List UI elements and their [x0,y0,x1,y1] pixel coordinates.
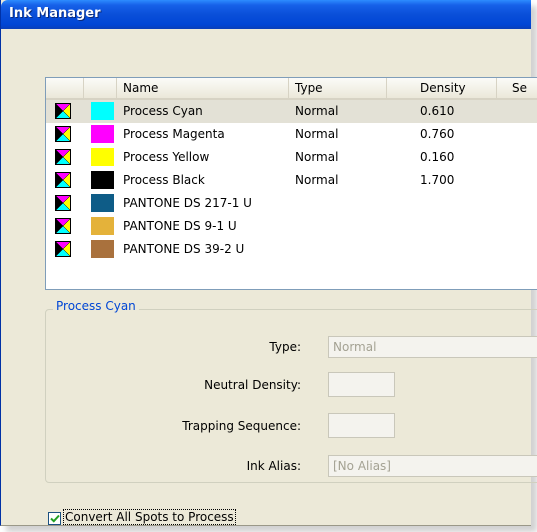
trapping-sequence-field[interactable] [328,413,395,438]
ink-color-swatch [91,240,114,258]
ink-type: Normal [295,104,339,118]
ink-type: Normal [295,173,339,187]
ink-type: Normal [295,150,339,164]
ink-list[interactable]: Name Type Density Se Process Cyan Normal 0… [45,77,537,290]
convert-all-spots-checkbox[interactable] [48,512,61,525]
ink-density: 1.700 [420,173,455,187]
type-label: Type: [269,340,301,354]
ink-color-swatch [91,148,114,166]
process-ink-icon [55,149,71,165]
trapping-sequence-label: Trapping Sequence: [182,419,301,433]
ink-details-group-title: Process Cyan [53,299,139,313]
ink-name: PANTONE DS 9-1 U [123,219,237,233]
ink-row[interactable]: Process Yellow Normal 0.160 [46,146,537,169]
ink-color-swatch [91,217,114,235]
ink-list-header: Name Type Density Se [46,78,537,100]
column-header-ink-type[interactable] [46,78,84,98]
column-header-name[interactable]: Name [117,78,289,98]
neutral-density-field[interactable] [328,372,395,397]
ink-name: Process Black [123,173,205,187]
process-ink-icon [55,195,71,211]
ink-row[interactable]: Process Magenta Normal 0.760 [46,123,537,146]
ink-alias-dropdown[interactable]: [No Alias] [328,455,537,477]
ink-color-swatch [91,125,114,143]
window-title: Ink Manager [9,6,101,21]
convert-all-spots-label[interactable]: Convert All Spots to Process [63,509,236,525]
ink-color-swatch [91,171,114,189]
process-ink-icon [55,241,71,257]
ink-row[interactable]: PANTONE DS 9-1 U [46,215,537,238]
process-ink-icon [55,218,71,234]
ink-row[interactable]: PANTONE DS 217-1 U [46,192,537,215]
ink-density: 0.610 [420,104,455,118]
ink-row[interactable]: Process Black Normal 1.700 [46,169,537,192]
ink-name: Process Cyan [123,104,203,118]
title-bar[interactable]: Ink Manager [1,0,531,29]
column-header-sequence[interactable]: Se [497,78,537,98]
ink-type: Normal [295,127,339,141]
ink-row[interactable]: PANTONE DS 39-2 U [46,238,537,261]
ink-color-swatch [91,102,114,120]
ink-name: PANTONE DS 217-1 U [123,196,252,210]
type-dropdown[interactable]: Normal [328,336,537,358]
column-header-swatch[interactable] [84,78,117,98]
neutral-density-label: Neutral Density: [204,378,301,392]
ink-name: Process Magenta [123,127,225,141]
column-header-density[interactable]: Density [387,78,497,98]
ink-alias-label: Ink Alias: [246,459,301,473]
column-header-type[interactable]: Type [289,78,387,98]
ink-density: 0.160 [420,150,455,164]
ink-name: Process Yellow [123,150,210,164]
process-ink-icon [55,103,71,119]
ink-manager-dialog: Ink Manager Name Type Density Se Process… [0,0,537,526]
checkmark-icon [50,514,60,523]
process-ink-icon [55,172,71,188]
ink-name: PANTONE DS 39-2 U [123,242,245,256]
ink-row[interactable]: Process Cyan Normal 0.610 [46,100,537,123]
ink-color-swatch [91,194,114,212]
process-ink-icon [55,126,71,142]
ink-density: 0.760 [420,127,455,141]
